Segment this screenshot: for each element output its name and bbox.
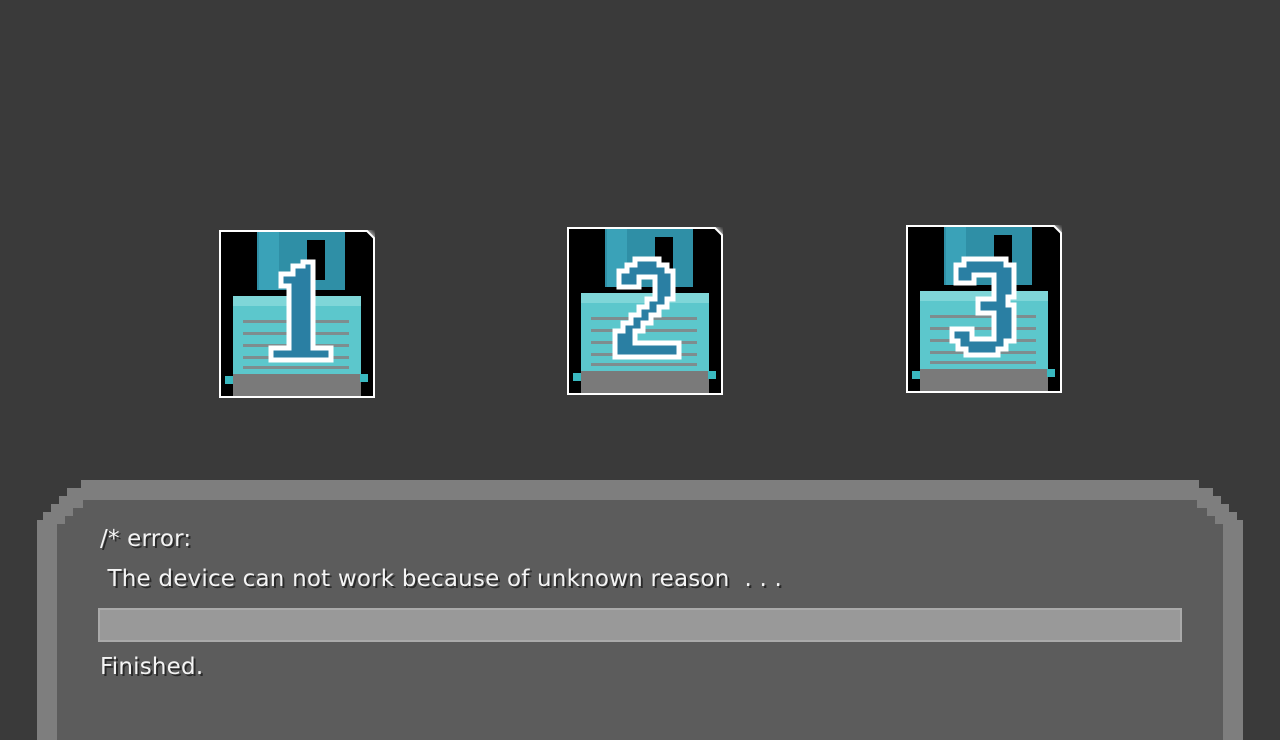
floppy-disk-icon (567, 227, 723, 395)
progress-bar (98, 608, 1182, 642)
status-text: Finished. (100, 654, 204, 680)
floppy-disk-icon (219, 230, 375, 398)
error-message: The device can not work because of unkno… (100, 566, 783, 592)
error-header: /* error: (100, 526, 192, 552)
save-slot-2[interactable] (567, 227, 723, 395)
save-slot-1[interactable] (219, 230, 375, 398)
save-slot-3[interactable] (906, 225, 1062, 393)
progress-fill (100, 610, 1180, 640)
floppy-disk-icon (906, 225, 1062, 393)
